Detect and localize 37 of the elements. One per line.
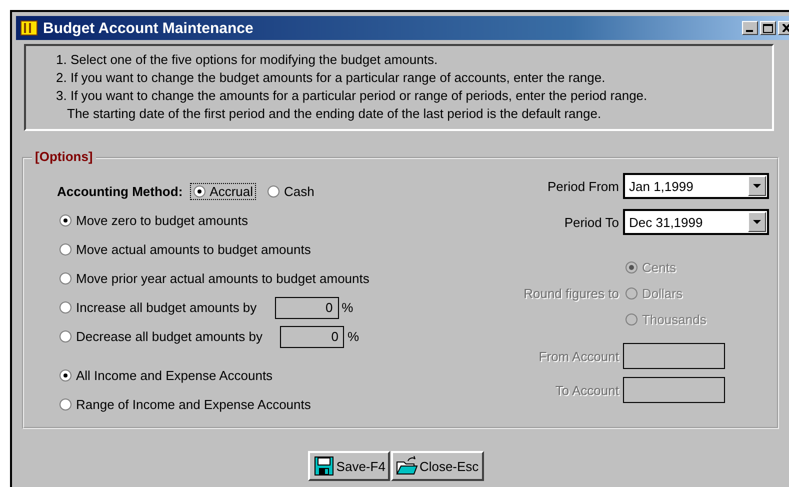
period-to-label: Period To [563,214,619,230]
account-field[interactable] [623,343,725,369]
account-label: From Account [538,348,619,364]
percent-unit: % [347,329,360,344]
radio-option[interactable]: Range of Income and Expense Accounts [57,397,313,412]
round-figures-label: Round figures to [524,286,619,300]
minimize-button[interactable] [742,21,758,35]
percent-unit: % [342,300,354,315]
instruction-line: 1. Select one of the five options for modifying the budget amounts. [56,51,439,69]
save-button[interactable]: Save-F4 [308,451,390,481]
account-field[interactable] [623,377,725,403]
radio-option[interactable]: All Income and Expense Accounts [57,368,275,383]
date-dropdown[interactable]: Dec 31,1999 [623,209,769,235]
accounting-method-label: Accounting Method: [57,184,183,199]
app-icon [20,20,38,36]
period-from-label: Period From [546,178,619,194]
radio-option[interactable]: Move prior year actual amounts to budget amounts [57,271,372,286]
radio-option[interactable]: Decrease all budget amounts by [57,329,264,344]
percent-field[interactable]: 0 [274,296,339,318]
radio-option[interactable]: Move zero to budget amounts [57,213,250,228]
percent-field[interactable]: 0 [280,326,344,348]
radio-option[interactable]: Accrual [190,184,256,199]
radio-option[interactable]: Increase all budget amounts by [57,300,259,315]
close-button[interactable]: Close-Esc [391,451,484,481]
date-dropdown[interactable]: Jan 1,1999 [623,173,769,199]
group-legend: [Options] [32,149,96,164]
folder-icon [396,456,418,476]
instruction-line: 2. If you want to change the budget amounts for a particular range of accounts, enter the range. [56,69,606,87]
window-title: Budget Account Maintenance [43,20,254,36]
maximize-button[interactable] [760,21,776,35]
close-icon [782,24,789,32]
instruction-line: The starting date of the first period and the ending date of the last period is the default range. [66,105,602,123]
radio-option[interactable]: Move actual amounts to budget amounts [57,242,313,257]
account-label: To Account [554,382,619,398]
maximize-icon [763,24,773,32]
radio-option[interactable]: Cash [265,184,316,199]
instruction-line: 3. If you want to change the amounts for a particular period or range of periods, enter the period range. [56,87,648,105]
